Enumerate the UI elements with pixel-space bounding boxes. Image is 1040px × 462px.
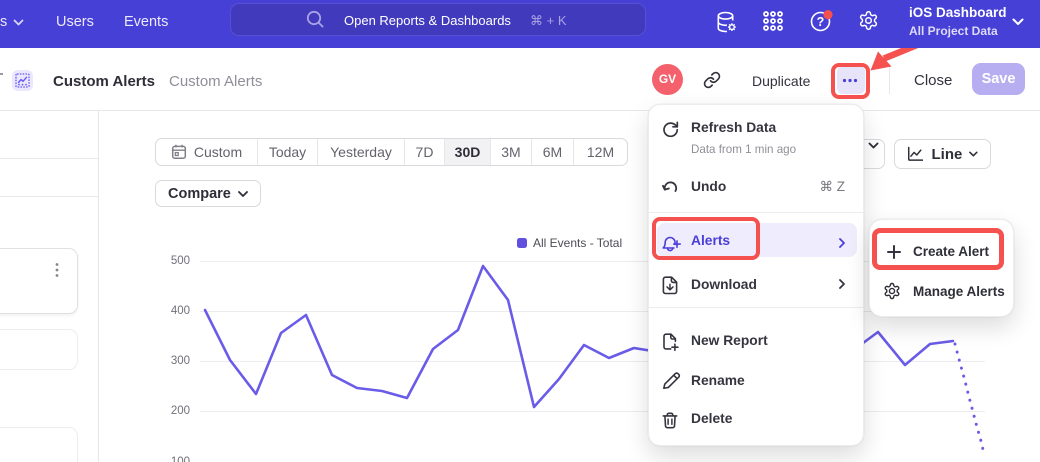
svg-text:?: ? [817, 15, 825, 29]
